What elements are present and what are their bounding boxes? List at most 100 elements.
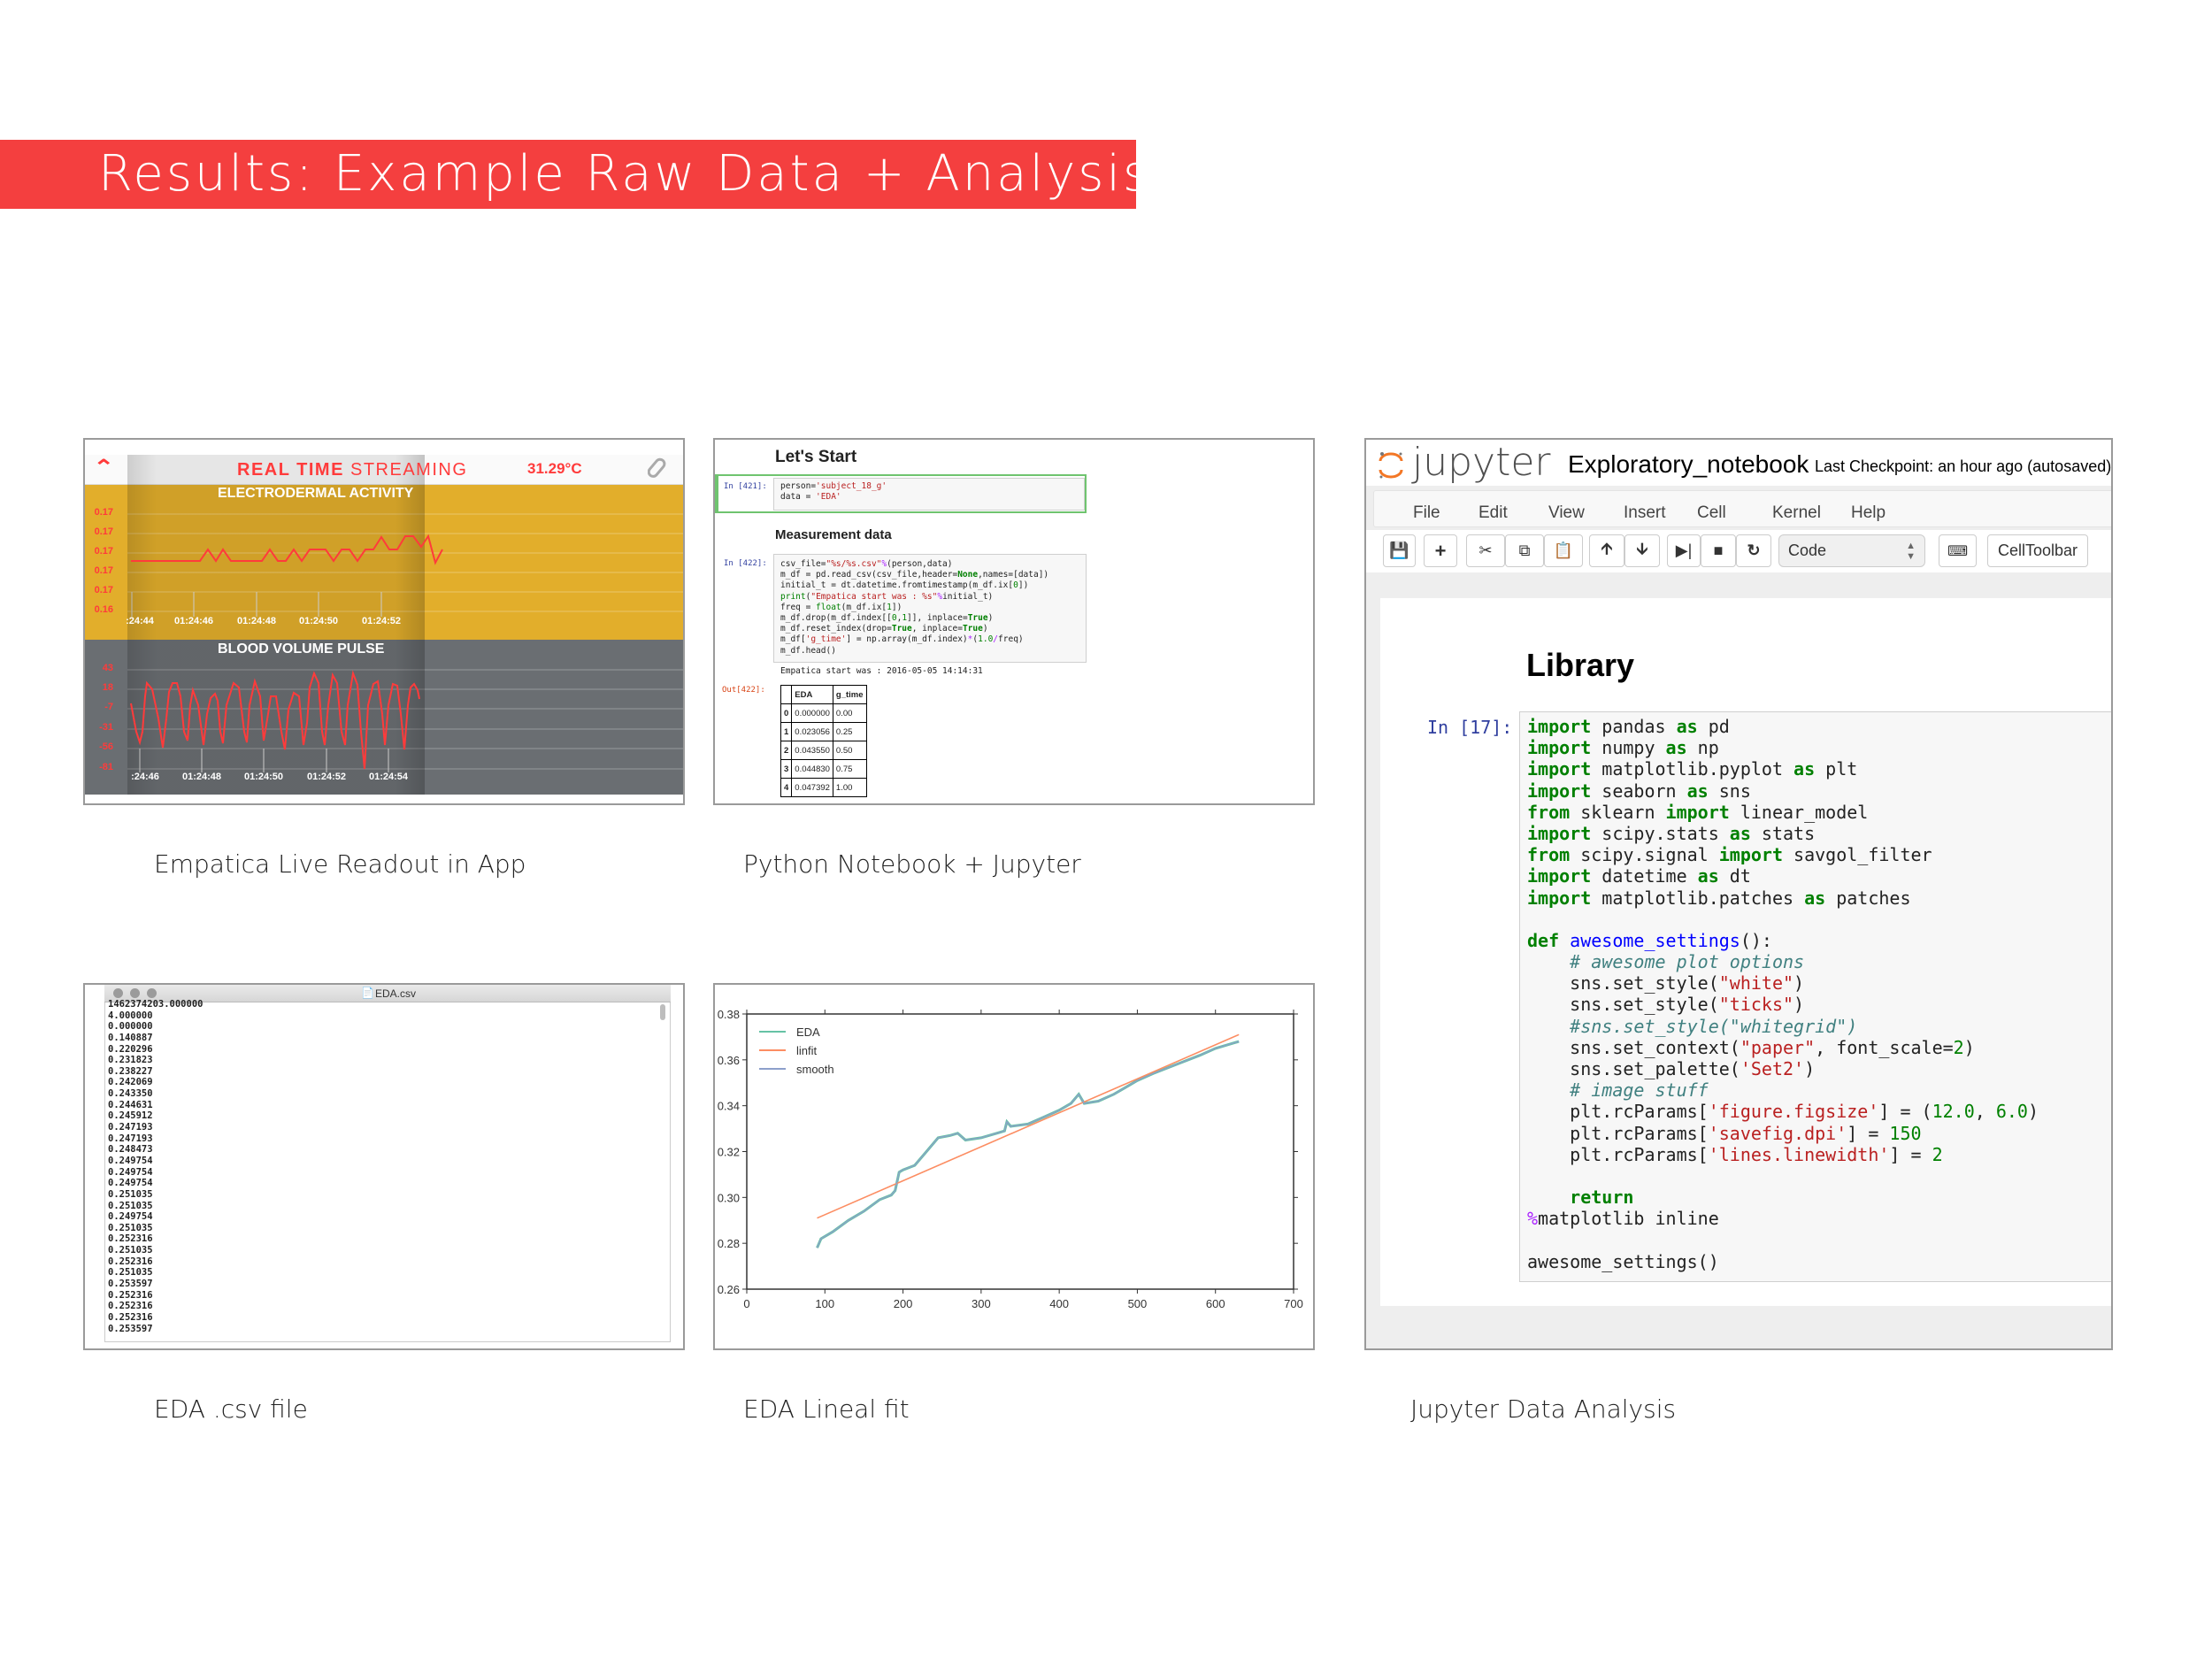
- code-line: data = 'EDA': [780, 492, 887, 503]
- code-token: from: [1527, 801, 1571, 823]
- menu-edit[interactable]: Edit: [1479, 503, 1508, 523]
- code-line: import scipy.stats as stats: [1527, 823, 2039, 844]
- close-window-button[interactable]: [113, 988, 123, 998]
- vertical-scrollbar[interactable]: [660, 1004, 665, 1020]
- row-index: 3: [780, 759, 793, 779]
- menu-cell[interactable]: Cell: [1697, 503, 1726, 523]
- code-token: from: [1527, 844, 1571, 866]
- move-up-button[interactable]: 🡩: [1589, 534, 1624, 567]
- celltoolbar-button[interactable]: CellToolbar: [1987, 534, 2088, 567]
- code-token: freq =: [780, 602, 817, 612]
- code-token: 'lines.linewidth': [1708, 1143, 1890, 1165]
- python-notebook-screenshot: Let's Start In [421]: person='subject_18…: [713, 438, 1315, 805]
- code-line: %matplotlib inline: [1527, 1208, 2039, 1229]
- restart-button[interactable]: ↻: [1736, 534, 1771, 567]
- bvp-ytick: 18: [102, 682, 113, 693]
- menu-bar: File Edit View Insert Cell Kernel Help: [1373, 490, 2111, 527]
- code-token: ] =: [1847, 1122, 1890, 1144]
- code-token: %: [1527, 1208, 1539, 1230]
- menu-kernel[interactable]: Kernel: [1772, 503, 1821, 523]
- code-token: ,names=[data]): [978, 570, 1049, 580]
- run-button[interactable]: ▶|: [1667, 534, 1701, 567]
- csv-line: 0.251035: [108, 1188, 153, 1200]
- slide-title: Results: Example Raw Data + Analysis: [98, 145, 1152, 203]
- code-token: as: [1686, 780, 1709, 802]
- code-token: 'Set2': [1740, 1058, 1805, 1079]
- csv-line: 0.252316: [108, 1301, 153, 1312]
- y-tick-label: 0.38: [718, 1008, 740, 1021]
- paperclip-icon[interactable]: [648, 457, 671, 480]
- code-token: # image stuff: [1570, 1079, 1709, 1102]
- code-token: import: [1527, 737, 1592, 759]
- cell-2-code: csv_file="%s/%s.csv"%(person,data) m_df =…: [780, 559, 1048, 657]
- menu-help[interactable]: Help: [1851, 503, 1886, 523]
- cell-type-select[interactable]: Code ▲ ▼: [1778, 534, 1925, 567]
- code-line: csv_file="%s/%s.csv"%(person,data): [780, 559, 1048, 570]
- paste-button[interactable]: 📋: [1544, 534, 1583, 567]
- legend-label: smooth: [796, 1063, 834, 1076]
- code-line: plt.rcParams['lines.linewidth'] = 2: [1527, 1144, 2039, 1165]
- code-token: ] = (: [1878, 1101, 1932, 1123]
- csv-line: 0.253597: [108, 1279, 153, 1290]
- command-palette-button[interactable]: ⌨: [1939, 534, 1977, 567]
- code-token: ): [1793, 994, 1805, 1016]
- csv-line: 0.220296: [108, 1043, 153, 1055]
- code-token: as: [1793, 758, 1816, 780]
- code-token: 1.0: [978, 634, 994, 645]
- table-row: 2 0.043550 0.50: [780, 741, 867, 760]
- menu-view[interactable]: View: [1548, 503, 1585, 523]
- code-line: awesome_settings(): [1527, 1251, 2039, 1272]
- cell-eda: 0.023056: [791, 722, 833, 741]
- csv-line: 0.244631: [108, 1099, 153, 1110]
- notebook-name[interactable]: Exploratory_notebook: [1568, 450, 1809, 479]
- heading-lets-start: Let's Start: [775, 448, 857, 466]
- cut-button[interactable]: ✂: [1466, 534, 1505, 567]
- code-token: data =: [780, 492, 817, 503]
- cell-g-time: 0.50: [832, 741, 867, 760]
- code-token: sns.set_context(: [1527, 1036, 1740, 1058]
- legend-label: linfit: [796, 1044, 818, 1057]
- code-token: freq): [998, 634, 1024, 645]
- bvp-ytick: -56: [99, 741, 113, 752]
- document-icon: 📄: [361, 987, 374, 999]
- bvp-xtick: 01:24:54: [368, 772, 409, 782]
- move-down-button[interactable]: 🡫: [1624, 534, 1660, 567]
- row-index: 1: [780, 722, 793, 741]
- csv-content[interactable]: 1462374203.000000 4.000000 0.000000 0.14088…: [108, 999, 203, 1334]
- code-token: "%s/%s.csv": [826, 559, 882, 569]
- insert-cell-button[interactable]: +: [1424, 534, 1457, 567]
- copy-button[interactable]: ⧉: [1505, 534, 1544, 567]
- zoom-window-button[interactable]: [147, 988, 157, 998]
- caption-app: Empatica Live Readout in App: [154, 849, 526, 879]
- eda-xtick: 01:24:50: [298, 616, 339, 626]
- code-token: sklearn: [1570, 801, 1666, 823]
- code-token: #sns.set_style("whitegrid"): [1570, 1015, 1858, 1037]
- x-tick-label: 100: [815, 1297, 834, 1310]
- eda-xtick: :24:44: [126, 616, 154, 626]
- eda-ytick: 0.17: [94, 507, 113, 518]
- code-line: import pandas as pd: [1527, 716, 2039, 737]
- menu-file[interactable]: File: [1413, 503, 1440, 523]
- minimize-window-button[interactable]: [130, 988, 140, 998]
- jupyter-logo-icon[interactable]: [1377, 449, 1405, 480]
- menu-insert[interactable]: Insert: [1624, 503, 1666, 523]
- up-chevron-icon[interactable]: ⌃: [93, 456, 114, 479]
- series-line-smooth: [816, 1041, 1240, 1248]
- code-line: # awesome plot options: [1527, 951, 2039, 972]
- bvp-ytick: -81: [99, 762, 113, 772]
- table-header: g_time: [832, 685, 867, 704]
- x-tick-label: 700: [1284, 1297, 1303, 1310]
- save-button[interactable]: 💾: [1383, 534, 1416, 567]
- code-token: import: [1718, 844, 1783, 866]
- temperature-readout: 31.29°C: [527, 460, 582, 477]
- interrupt-button[interactable]: ■: [1701, 534, 1736, 567]
- code-token: m_df.drop(m_df.index[[: [780, 612, 892, 623]
- code-token: ): [1963, 1036, 1975, 1058]
- cell-2-prompt: In [422]:: [724, 559, 767, 568]
- csv-line: 0.000000: [108, 1021, 153, 1033]
- code-token: stats: [1750, 822, 1816, 844]
- code-token: 6.0: [1995, 1101, 2028, 1123]
- cell-eda: 0.044830: [791, 759, 833, 779]
